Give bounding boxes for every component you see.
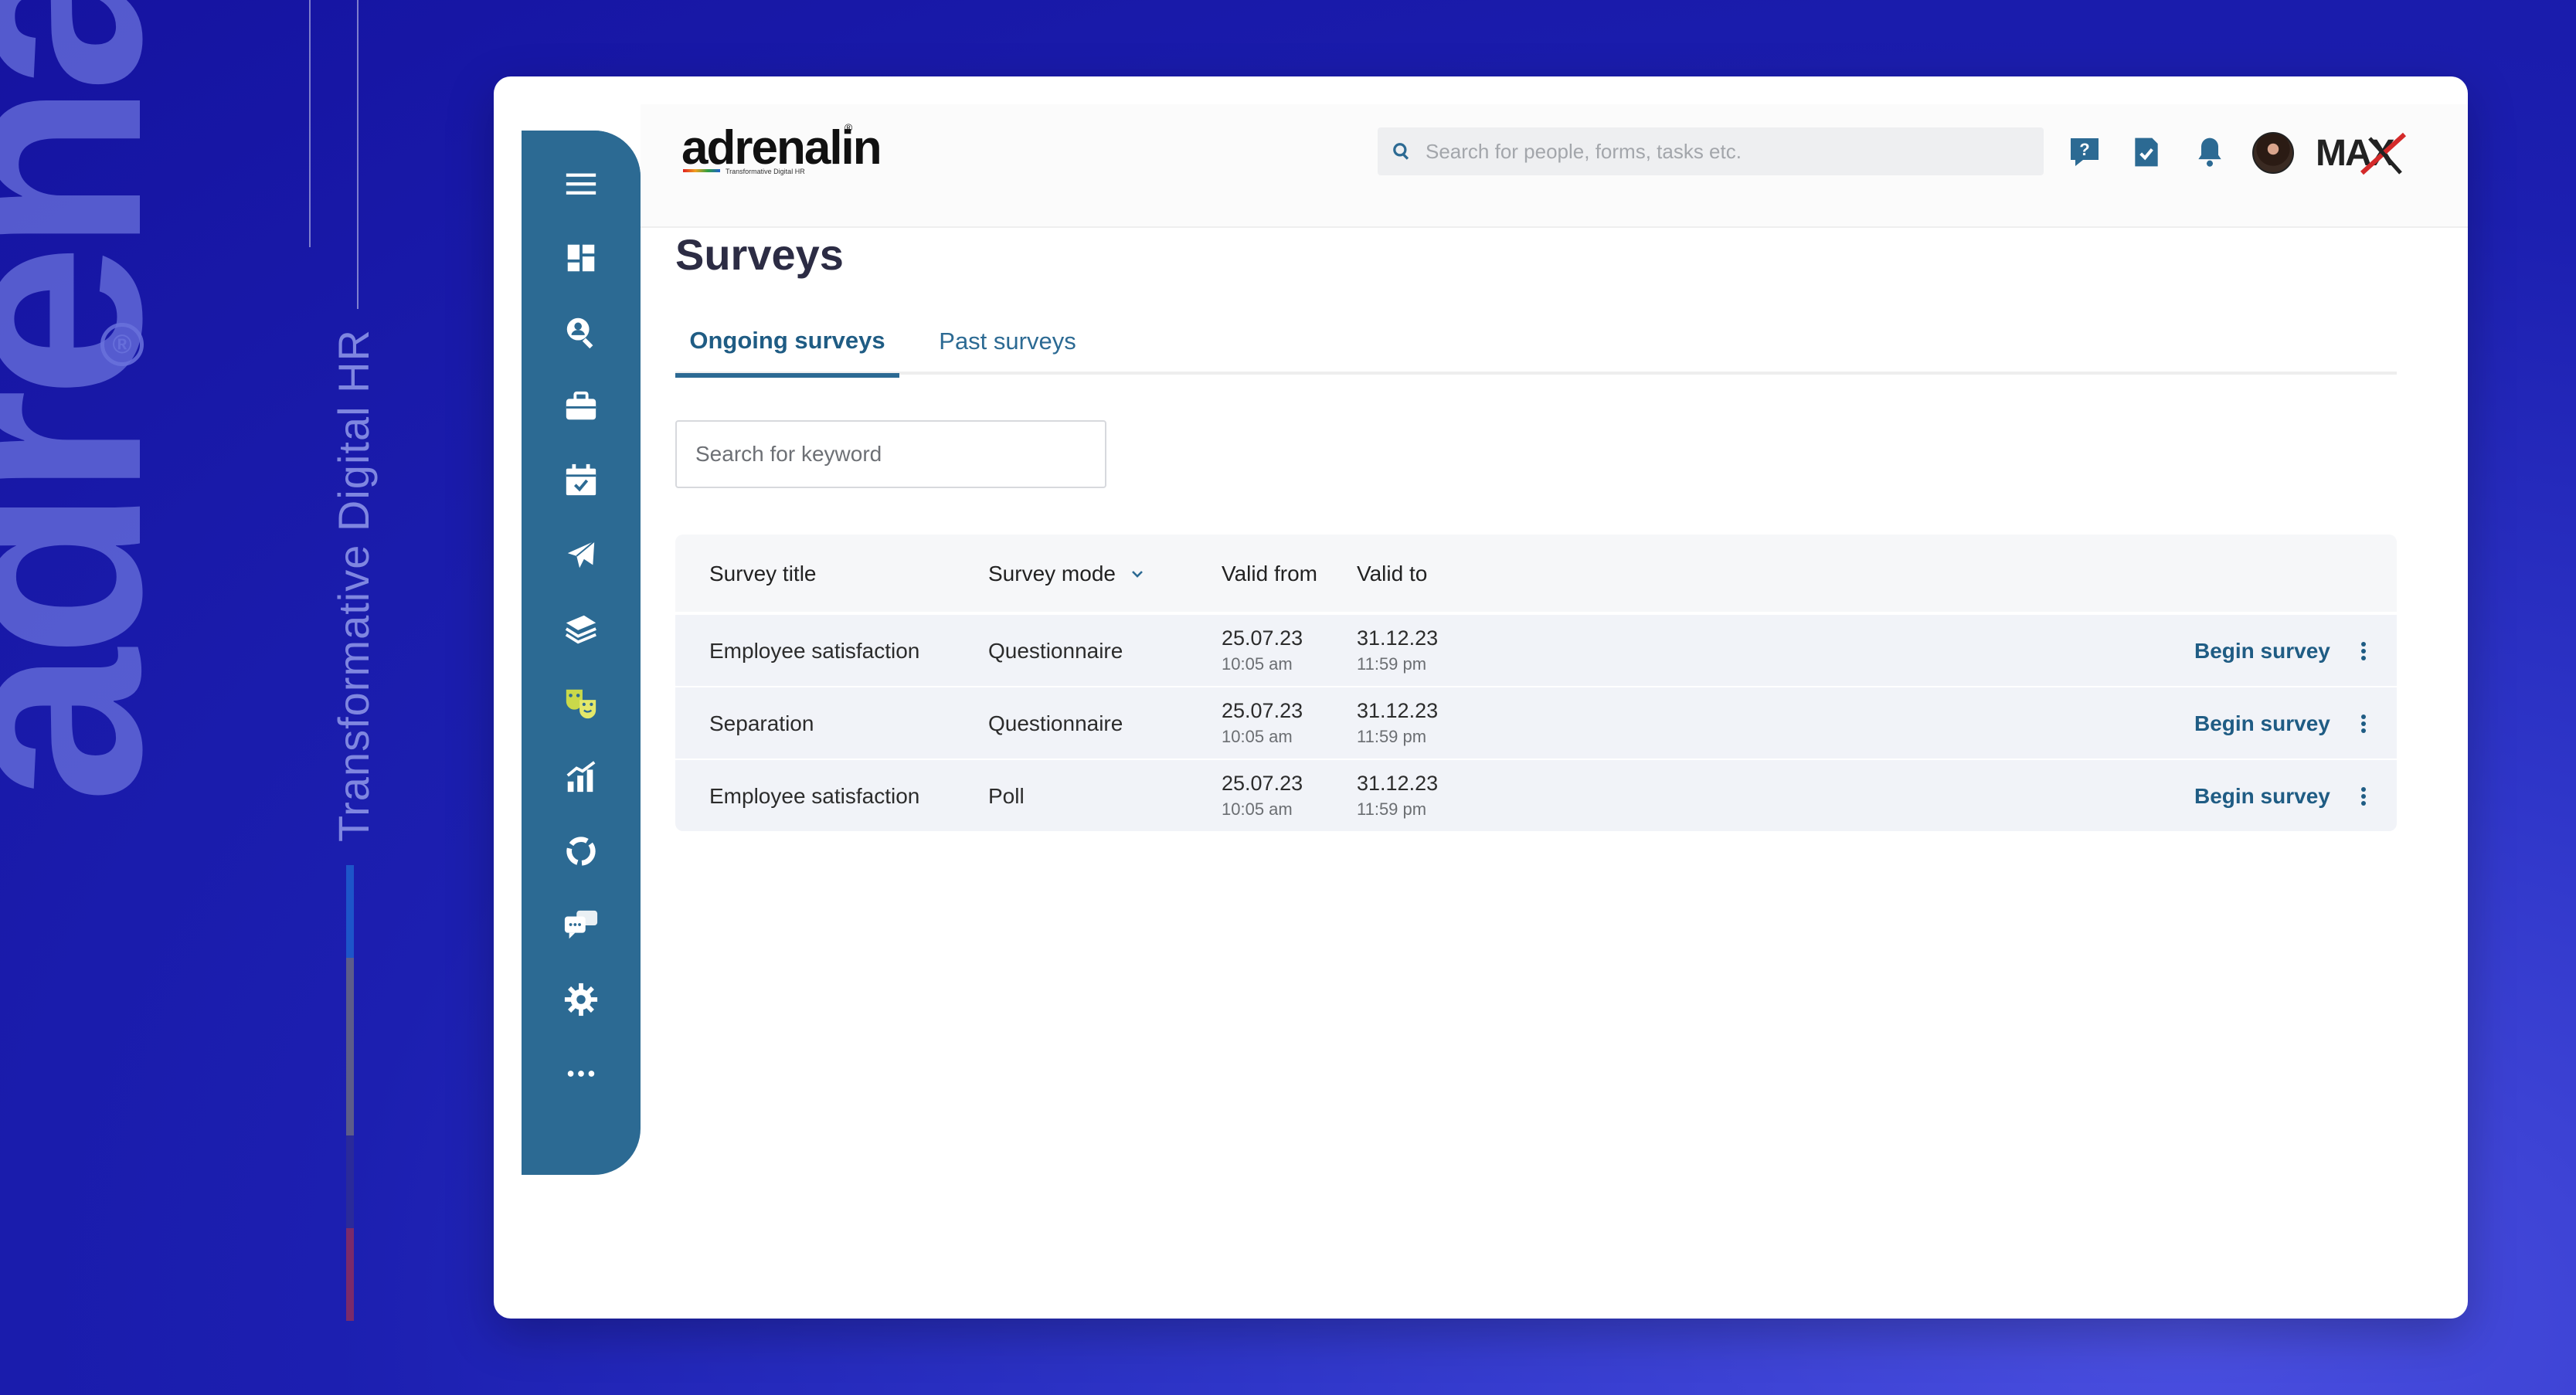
max-logo[interactable]: MAX <box>2316 131 2408 177</box>
row-more-options-icon[interactable] <box>2352 615 2375 687</box>
cell-valid-from: 25.07.23 10:05 am <box>1222 697 1303 749</box>
brand-stripe <box>346 865 354 958</box>
dashboard-icon[interactable] <box>560 237 602 279</box>
max-x-mark-icon <box>2360 132 2407 175</box>
global-search-input[interactable] <box>1426 139 2044 164</box>
page-title: Surveys <box>675 230 844 279</box>
table-row[interactable]: Employee satisfaction Questionnaire 25.0… <box>675 613 2397 686</box>
valid-to-time: 11:59 pm <box>1357 654 1427 674</box>
search-icon <box>1378 141 1426 161</box>
brand-wordmark: adrenalin <box>0 0 199 803</box>
cell-survey-title: Employee satisfaction <box>709 639 920 663</box>
cell-valid-to: 31.12.23 11:59 pm <box>1357 769 1438 822</box>
begin-survey-button[interactable]: Begin survey <box>2194 687 2330 760</box>
gear-icon[interactable] <box>560 979 602 1020</box>
app-window: adrenalin ® Transformative Digital HR ? … <box>494 76 2468 1319</box>
valid-from-date: 25.07.23 <box>1222 699 1303 722</box>
cell-valid-from: 25.07.23 10:05 am <box>1222 769 1303 822</box>
tasks-icon[interactable] <box>2125 131 2168 174</box>
valid-to-date: 31.12.23 <box>1357 772 1439 795</box>
tab-bar: Ongoing surveys Past surveys <box>675 308 2397 378</box>
begin-survey-button[interactable]: Begin survey <box>2194 760 2330 833</box>
global-search <box>1378 127 2044 175</box>
cell-valid-from: 25.07.23 10:05 am <box>1222 624 1303 677</box>
valid-to-date: 31.12.23 <box>1357 626 1439 650</box>
calendar-check-icon[interactable] <box>560 460 602 501</box>
chevron-down-icon[interactable] <box>1128 565 1147 583</box>
cell-survey-mode: Questionnaire <box>988 639 1123 663</box>
valid-from-date: 25.07.23 <box>1222 626 1303 650</box>
briefcase-icon[interactable] <box>560 385 602 427</box>
cell-valid-to: 31.12.23 11:59 pm <box>1357 624 1438 677</box>
valid-from-time: 10:05 am <box>1222 727 1293 746</box>
logo-subtitle: Transformative Digital HR <box>726 168 805 175</box>
valid-to-time: 11:59 pm <box>1357 799 1427 819</box>
cell-survey-title: Employee satisfaction <box>709 784 920 808</box>
sidebar <box>522 131 641 1175</box>
brand-stripe <box>346 1135 354 1228</box>
header-survey-title[interactable]: Survey title <box>709 535 817 613</box>
svg-text:?: ? <box>2079 140 2089 159</box>
brand-tagline: Transformative Digital HR <box>329 329 378 842</box>
bar-chart-icon[interactable] <box>560 756 602 798</box>
header-valid-to[interactable]: Valid to <box>1357 535 1427 613</box>
cell-survey-mode: Poll <box>988 784 1025 808</box>
cell-valid-to: 31.12.23 11:59 pm <box>1357 697 1438 749</box>
table-row[interactable]: Employee satisfaction Poll 25.07.23 10:0… <box>675 759 2397 831</box>
brand-stripe <box>346 958 354 1135</box>
surveys-table: Survey title Survey mode Valid from Vali… <box>675 535 2397 831</box>
chat-bubbles-icon[interactable] <box>560 905 602 946</box>
decorative-line <box>357 0 359 309</box>
more-dots-icon[interactable] <box>560 1053 602 1095</box>
valid-from-time: 10:05 am <box>1222 799 1293 819</box>
row-more-options-icon[interactable] <box>2352 760 2375 833</box>
logo-registered-mark: ® <box>845 121 853 134</box>
money-stack-icon[interactable] <box>560 608 602 650</box>
table-row[interactable]: Separation Questionnaire 25.07.23 10:05 … <box>675 686 2397 759</box>
header-survey-mode[interactable]: Survey mode <box>988 535 1147 613</box>
keyword-search-input[interactable] <box>675 420 1106 488</box>
menu-icon[interactable] <box>560 163 602 205</box>
airplane-icon[interactable] <box>560 534 602 575</box>
table-header: Survey title Survey mode Valid from Vali… <box>675 535 2397 613</box>
begin-survey-button[interactable]: Begin survey <box>2194 615 2330 687</box>
valid-from-date: 25.07.23 <box>1222 772 1303 795</box>
people-search-icon[interactable] <box>560 311 602 353</box>
header-survey-mode-label: Survey mode <box>988 562 1116 585</box>
valid-to-date: 31.12.23 <box>1357 699 1439 722</box>
valid-from-time: 10:05 am <box>1222 654 1293 674</box>
brand-stripe <box>346 1228 354 1321</box>
user-avatar[interactable] <box>2252 132 2294 174</box>
help-icon[interactable]: ? <box>2063 131 2106 174</box>
tab-ongoing-surveys[interactable]: Ongoing surveys <box>675 308 899 378</box>
logo-color-bar <box>683 169 720 172</box>
notifications-bell-icon[interactable] <box>2188 131 2231 174</box>
decorative-line <box>309 0 311 247</box>
tab-past-surveys[interactable]: Past surveys <box>915 308 1100 375</box>
refresh-ring-icon[interactable] <box>560 830 602 872</box>
row-more-options-icon[interactable] <box>2352 687 2375 760</box>
valid-to-time: 11:59 pm <box>1357 727 1427 746</box>
theater-masks-icon[interactable] <box>560 682 602 724</box>
cell-survey-title: Separation <box>709 711 814 735</box>
cell-survey-mode: Questionnaire <box>988 711 1123 735</box>
header-valid-from[interactable]: Valid from <box>1222 535 1317 613</box>
